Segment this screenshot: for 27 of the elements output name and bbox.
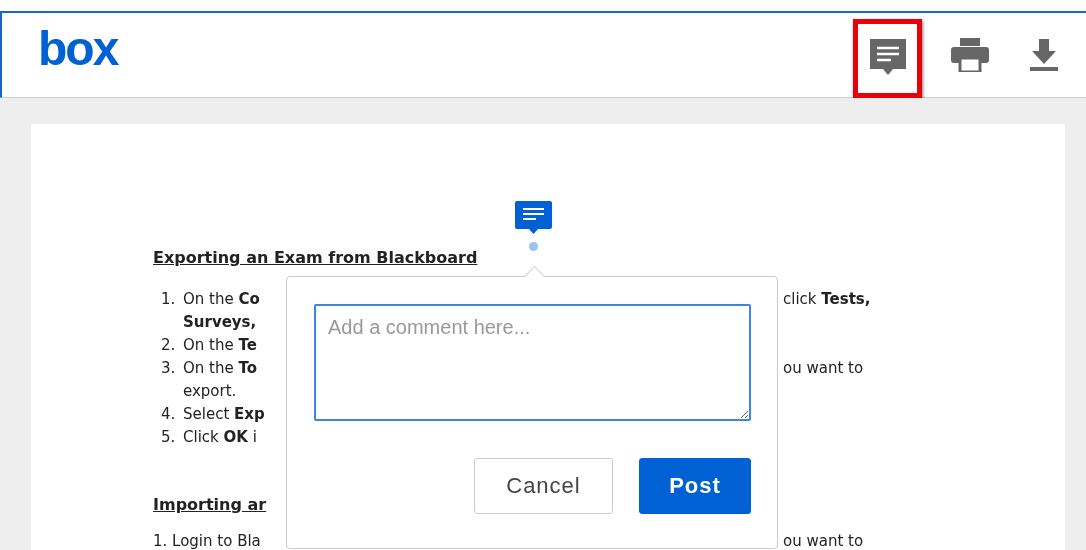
list-item-text: On the Co bbox=[183, 289, 260, 310]
annotation-icon[interactable] bbox=[515, 201, 552, 234]
list-item-text: On the Te bbox=[183, 335, 257, 356]
comment-field[interactable]: Add a comment here... bbox=[314, 304, 751, 421]
cancel-button[interactable]: Cancel bbox=[474, 458, 613, 514]
section-heading: Importing ar bbox=[153, 494, 268, 516]
document-text: click Tests, bbox=[783, 289, 871, 310]
list-number: 3. bbox=[160, 358, 177, 379]
section-heading: Exporting an Exam from Blackboard bbox=[153, 247, 479, 269]
list-item-text: export. bbox=[183, 381, 237, 402]
document-text: ou want to bbox=[783, 531, 864, 550]
list-item-text: Select Exp bbox=[183, 404, 265, 425]
list-number: 4. bbox=[160, 404, 177, 425]
list-item-text: On the To bbox=[183, 358, 257, 379]
post-button[interactable]: Post bbox=[639, 458, 751, 514]
comment-button[interactable] bbox=[853, 18, 922, 98]
list-number: 1. bbox=[160, 289, 177, 310]
document-text: ou want to bbox=[783, 358, 864, 379]
printer-icon bbox=[951, 38, 989, 72]
annotation-point bbox=[529, 242, 538, 251]
list-item-text: Click OK i bbox=[183, 427, 257, 448]
list-number: 5. bbox=[160, 427, 177, 448]
list-number: 2. bbox=[160, 335, 177, 356]
list-item-text: Surveys, bbox=[183, 312, 257, 333]
document-text: 1. Login to Bla bbox=[153, 531, 261, 550]
download-icon bbox=[1030, 39, 1058, 71]
logo: box bbox=[38, 20, 118, 76]
